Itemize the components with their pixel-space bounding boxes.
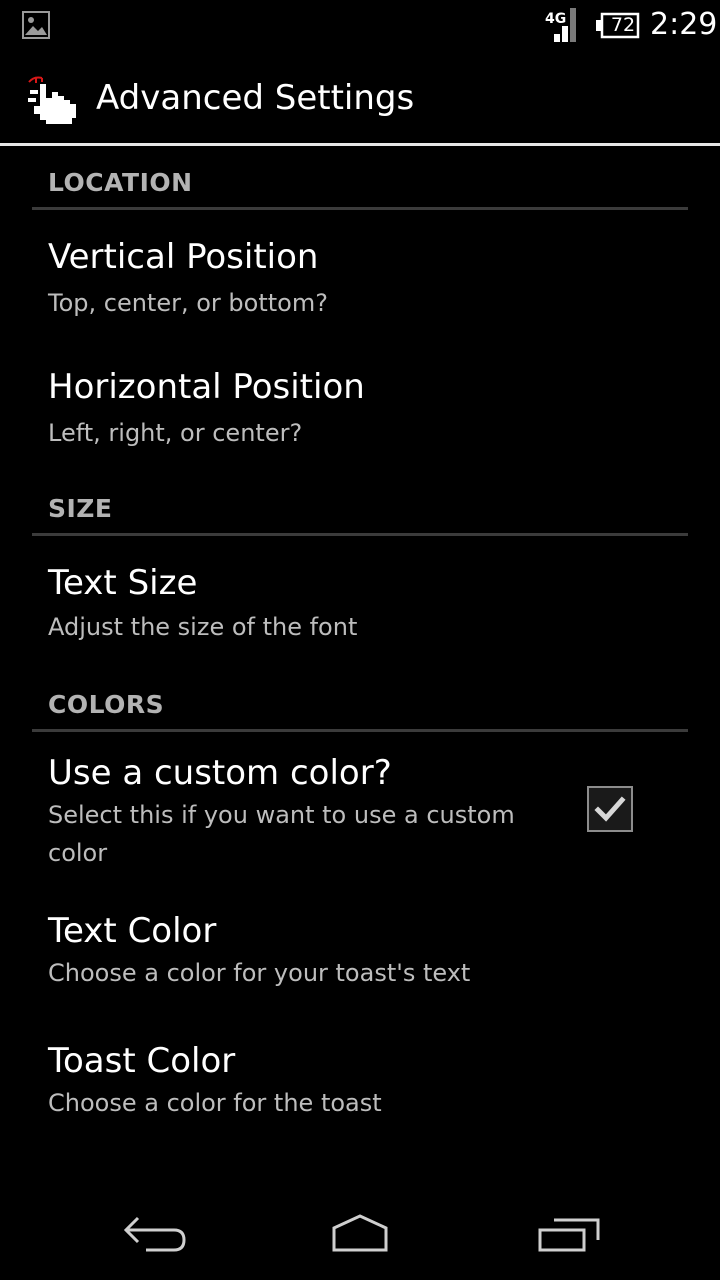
- pref-summary-line2: color: [48, 839, 108, 867]
- pref-title: Use a custom color?: [48, 753, 392, 793]
- pref-summary: Choose a color for your toast's text: [48, 959, 471, 987]
- custom-color-checkbox[interactable]: [587, 786, 633, 832]
- back-icon[interactable]: [116, 1210, 196, 1258]
- page-title: Advanced Settings: [96, 78, 415, 118]
- pref-summary: Top, center, or bottom?: [48, 289, 328, 317]
- pref-title: Text Color: [48, 911, 217, 951]
- pref-title: Vertical Position: [48, 237, 319, 277]
- action-bar: Advanced Settings: [0, 50, 720, 146]
- network-type-label: 4G: [545, 11, 566, 27]
- pref-text-color[interactable]: Text Color Choose a color for your toast…: [0, 888, 720, 1018]
- signal-icon: 4G: [545, 8, 576, 42]
- pref-title: Toast Color: [48, 1041, 236, 1081]
- category-size: SIZE: [32, 470, 688, 536]
- battery-level: 72: [610, 14, 636, 36]
- pref-vertical-position[interactable]: Vertical Position Top, center, or bottom…: [0, 210, 720, 340]
- pref-horizontal-position[interactable]: Horizontal Position Left, right, or cent…: [0, 340, 720, 470]
- recent-apps-icon[interactable]: [530, 1210, 610, 1258]
- image-icon: [22, 11, 50, 39]
- pref-summary: Left, right, or center?: [48, 419, 303, 447]
- category-location: LOCATION: [32, 146, 688, 210]
- category-label: SIZE: [48, 494, 113, 523]
- status-bar: 4G 72 2:29: [0, 0, 720, 50]
- pref-toast-color[interactable]: Toast Color Choose a color for the toast: [0, 1018, 720, 1148]
- category-label: LOCATION: [48, 168, 193, 197]
- pref-summary: Adjust the size of the font: [48, 613, 358, 641]
- pref-text-size[interactable]: Text Size Adjust the size of the font: [0, 536, 720, 666]
- checkmark-icon: [594, 796, 626, 822]
- pref-title: Horizontal Position: [48, 367, 365, 407]
- home-icon[interactable]: [320, 1210, 400, 1258]
- pointing-hand-icon[interactable]: [26, 74, 86, 128]
- category-label: COLORS: [48, 690, 165, 719]
- navigation-bar: [0, 1186, 720, 1280]
- clock: 2:29: [650, 7, 718, 42]
- pref-summary-line1: Select this if you want to use a custom: [48, 801, 515, 829]
- category-colors: COLORS: [32, 666, 688, 732]
- pref-summary: Choose a color for the toast: [48, 1089, 382, 1117]
- pref-title: Text Size: [48, 563, 198, 603]
